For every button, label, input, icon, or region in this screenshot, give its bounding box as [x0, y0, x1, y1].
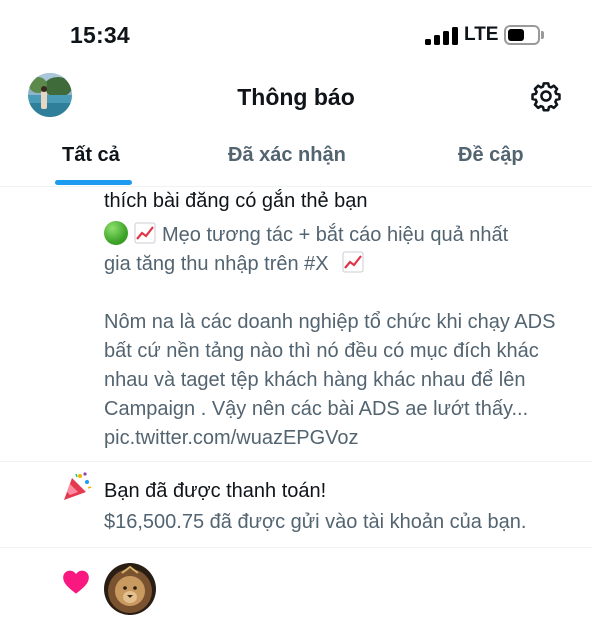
green-circle-icon [104, 221, 128, 245]
tweet-paragraph: Nôm na là các doanh nghiệp tổ chức khi c… [104, 311, 556, 449]
lion-avatar[interactable] [104, 563, 156, 615]
payment-subtitle: $16,500.75 đã được gửi vào tài khoản của… [104, 511, 527, 533]
cellular-signal-icon [425, 27, 459, 45]
tab-bar: Tất cả Đã xác nhận Đề cập [0, 138, 592, 186]
battery-icon [504, 25, 540, 45]
tweet-preview[interactable]: Mẹo tương tác + bắt cáo hiệu quả nhất gi… [104, 221, 574, 453]
notification-text: thích bài đăng có gắn thẻ bạn [104, 190, 368, 212]
tweet-line-2: gia tăng thu nhập trên #X [104, 253, 329, 275]
tab-verified[interactable]: Đã xác nhận [228, 144, 346, 167]
divider [0, 547, 592, 548]
network-type: LTE [464, 24, 499, 45]
chart-increasing-icon [134, 222, 156, 244]
gear-icon[interactable] [530, 80, 562, 112]
tweet-line-1: Mẹo tương tác + bắt cáo hiệu quả nhất [162, 224, 509, 246]
battery-cap [541, 31, 544, 39]
status-bar: 15:34 LTE [0, 0, 592, 70]
party-popper-icon [60, 470, 92, 502]
payment-title: Bạn đã được thanh toán! [104, 480, 327, 502]
divider [0, 461, 592, 462]
notifications-feed[interactable]: thích bài đăng có gắn thẻ bạn Mẹo tương … [0, 187, 592, 622]
status-time: 15:34 [70, 22, 130, 48]
tab-mentions[interactable]: Đề cập [458, 144, 524, 167]
chart-increasing-icon [342, 251, 364, 273]
page-title: Thông báo [237, 84, 355, 110]
active-tab-indicator [55, 180, 132, 185]
tab-all[interactable]: Tất cả [62, 144, 120, 167]
heart-icon [62, 569, 90, 595]
